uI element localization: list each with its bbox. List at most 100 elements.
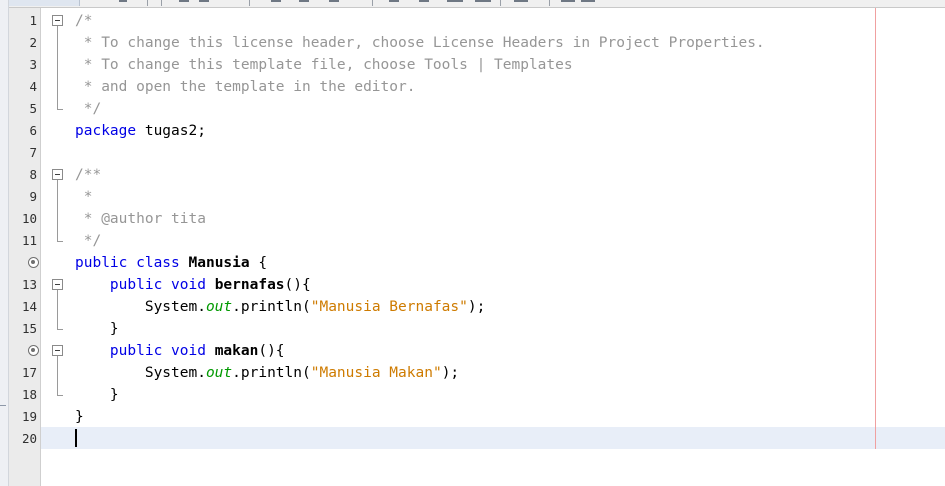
string-literal: "Manusia Makan" — [310, 365, 442, 381]
code-line[interactable]: * To change this template file, choose T… — [75, 54, 573, 76]
code-text: } — [75, 409, 84, 425]
code-line[interactable]: public void makan(){ — [75, 340, 285, 362]
code-text: { — [249, 255, 268, 271]
current-line-highlight — [41, 427, 945, 449]
toolbar-icon[interactable] — [447, 0, 463, 2]
line-number: 20 — [21, 431, 37, 446]
comment: * To change this template file, choose T… — [75, 57, 573, 73]
code-text: ); — [467, 299, 486, 315]
collapse-fold-icon[interactable] — [52, 169, 63, 180]
line-number: 8 — [29, 167, 37, 182]
code-line[interactable]: * — [75, 186, 93, 208]
line-number: 17 — [21, 365, 37, 380]
editor-toolbar — [9, 0, 945, 8]
line-number: 5 — [29, 101, 37, 116]
comment: /** — [75, 167, 102, 183]
code-line[interactable]: } — [75, 318, 119, 340]
code-line[interactable]: /** — [75, 164, 101, 186]
code-line[interactable]: */ — [75, 98, 101, 120]
line-number: 14 — [21, 299, 37, 314]
collapse-fold-icon[interactable] — [52, 345, 63, 356]
line-number: 6 — [29, 123, 37, 138]
code-line[interactable]: } — [75, 384, 119, 406]
code-line[interactable]: public class Manusia { — [75, 252, 267, 274]
code-line[interactable]: System.out.println("Manusia Makan"); — [75, 362, 459, 384]
line-number: 4 — [29, 79, 37, 94]
toolbar-icon[interactable] — [419, 0, 429, 2]
comment: * — [75, 189, 93, 205]
fold-guide-line — [57, 26, 58, 109]
override-marker-icon[interactable] — [28, 345, 39, 356]
comment: * @author tita — [75, 211, 206, 227]
keyword: public void — [109, 277, 206, 293]
toolbar-icon[interactable] — [271, 0, 281, 2]
code-text: .println( — [232, 365, 311, 381]
fold-guide-line — [57, 356, 58, 395]
code-line[interactable]: System.out.println("Manusia Bernafas"); — [75, 296, 486, 318]
code-line[interactable]: package tugas2; — [75, 120, 206, 142]
right-margin-guide — [875, 8, 876, 449]
code-text: System. — [75, 299, 206, 315]
comment: /* — [75, 13, 93, 29]
toolbar-icon[interactable] — [389, 0, 399, 2]
fold-guide-line — [57, 290, 58, 329]
toolbar-separator — [372, 0, 373, 6]
code-text: .println( — [232, 299, 311, 315]
line-number: 1 — [29, 13, 37, 28]
toolbar-icon[interactable] — [561, 0, 575, 2]
toolbar-icon[interactable] — [475, 0, 491, 2]
toolbar-separator — [500, 0, 501, 6]
toolbar-icon[interactable] — [299, 0, 309, 2]
code-line[interactable]: * and open the template in the editor. — [75, 76, 416, 98]
line-number: 2 — [29, 35, 37, 50]
fold-guide-end — [57, 329, 63, 330]
string-literal: "Manusia Bernafas" — [310, 299, 468, 315]
toolbar-icon[interactable] — [514, 0, 528, 2]
keyword: package — [75, 123, 137, 139]
toolbar-icon[interactable] — [581, 0, 595, 2]
code-line[interactable]: /* — [75, 10, 92, 32]
comment: * To change this license header, choose … — [75, 35, 765, 51]
override-marker-icon[interactable] — [28, 257, 39, 268]
field-reference: out — [205, 299, 233, 315]
code-text: ); — [441, 365, 460, 381]
editor-tab-active[interactable] — [9, 0, 80, 6]
comment: */ — [75, 101, 102, 117]
fold-guide-end — [57, 109, 63, 110]
keyword: public class — [75, 255, 180, 271]
collapse-fold-icon[interactable] — [52, 15, 63, 26]
fold-guide-line — [57, 180, 58, 241]
collapse-fold-icon[interactable] — [52, 279, 63, 290]
toolbar-icon[interactable] — [199, 0, 209, 2]
strip-marker — [0, 405, 6, 406]
toolbar-separator — [549, 0, 550, 6]
line-number: 9 — [29, 189, 37, 204]
code-line[interactable]: */ — [75, 230, 101, 252]
line-number: 3 — [29, 57, 37, 72]
code-text: (){ — [258, 343, 285, 359]
code-text: (){ — [284, 277, 311, 293]
code-line[interactable]: public void bernafas(){ — [75, 274, 311, 296]
code-line[interactable]: * @author tita — [75, 208, 206, 230]
code-line[interactable]: * To change this license header, choose … — [75, 32, 765, 54]
fold-guide-end — [57, 241, 63, 242]
line-number: 18 — [21, 387, 37, 402]
toolbar-icon[interactable] — [119, 0, 127, 2]
toolbar-icon[interactable] — [329, 0, 339, 2]
code-text: } — [75, 321, 119, 337]
code-text: } — [75, 387, 119, 403]
identifier: bernafas — [214, 277, 285, 293]
fold-guide-end — [57, 395, 63, 396]
code-text: tugas2; — [136, 123, 206, 139]
text-caret — [75, 429, 77, 447]
left-side-strip — [0, 0, 9, 486]
line-number: 15 — [21, 321, 37, 336]
keyword: public void — [109, 343, 206, 359]
code-line[interactable]: } — [75, 406, 84, 428]
toolbar-icon[interactable] — [179, 0, 189, 2]
comment: * and open the template in the editor. — [75, 79, 416, 95]
